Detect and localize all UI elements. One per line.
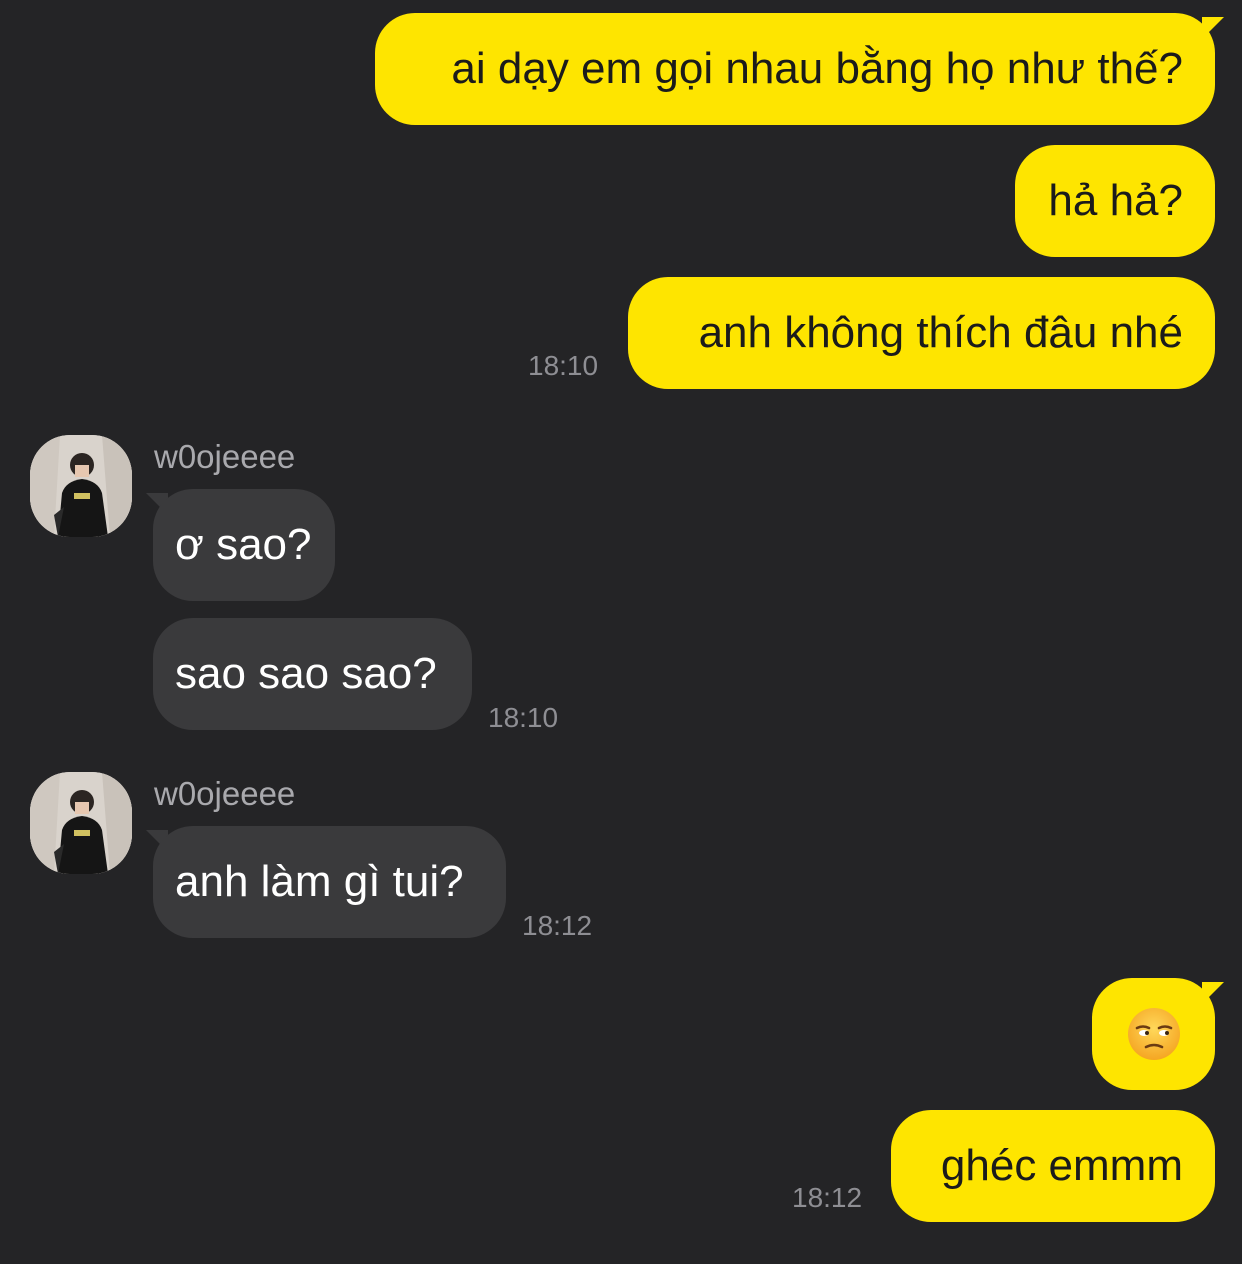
sender-name[interactable]: w0ojeeee [154,775,295,813]
unamused-face-icon [1126,1006,1182,1062]
bubble-tail [1202,982,1224,1004]
message-text: anh làm gì tui? [175,857,464,906]
outgoing-message-bubble[interactable]: anh không thích đâu nhé [628,277,1215,389]
bubble-tail [1202,17,1224,39]
message-text: ai dạy em gọi nhau bằng họ như thế? [451,44,1183,93]
contact-avatar[interactable] [30,772,132,874]
outgoing-message-bubble[interactable]: ai dạy em gọi nhau bằng họ như thế? [375,13,1215,125]
outgoing-message-bubble[interactable]: hả hả? [1015,145,1215,257]
contact-avatar[interactable] [30,435,132,537]
message-timestamp: 18:10 [488,702,559,733]
person-photo-icon [30,772,132,874]
outgoing-emoji-bubble[interactable] [1092,978,1215,1090]
message-text: ơ sao? [175,520,312,569]
message-text: anh không thích đâu nhé [698,308,1183,357]
incoming-message-bubble[interactable]: anh làm gì tui? [153,826,506,938]
incoming-message-bubble[interactable]: sao sao sao? [153,618,472,730]
incoming-message-bubble[interactable]: ơ sao? [153,489,335,601]
message-timestamp: 18:10 [528,350,599,381]
person-photo-icon [30,435,132,537]
message-text: hả hả? [1048,176,1183,225]
outgoing-message-bubble[interactable]: ghéc emmm [891,1110,1215,1222]
sender-name[interactable]: w0ojeeee [154,438,295,476]
message-timestamp: 18:12 [792,1182,863,1213]
message-text: ghéc emmm [940,1141,1183,1190]
message-text: sao sao sao? [175,649,437,698]
message-timestamp: 18:12 [522,910,593,941]
